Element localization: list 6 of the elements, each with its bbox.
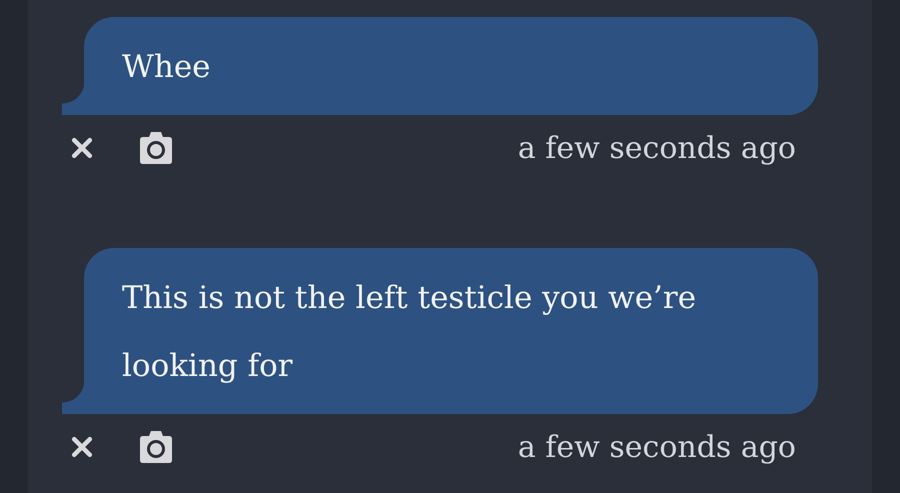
message-text: This is not the left testicle you we’re looking for (122, 279, 698, 386)
message-text: Whee (122, 48, 212, 87)
close-icon[interactable] (69, 135, 95, 161)
close-icon[interactable] (69, 434, 95, 460)
timestamp: a few seconds ago (518, 430, 796, 464)
timestamp: a few seconds ago (518, 130, 796, 166)
